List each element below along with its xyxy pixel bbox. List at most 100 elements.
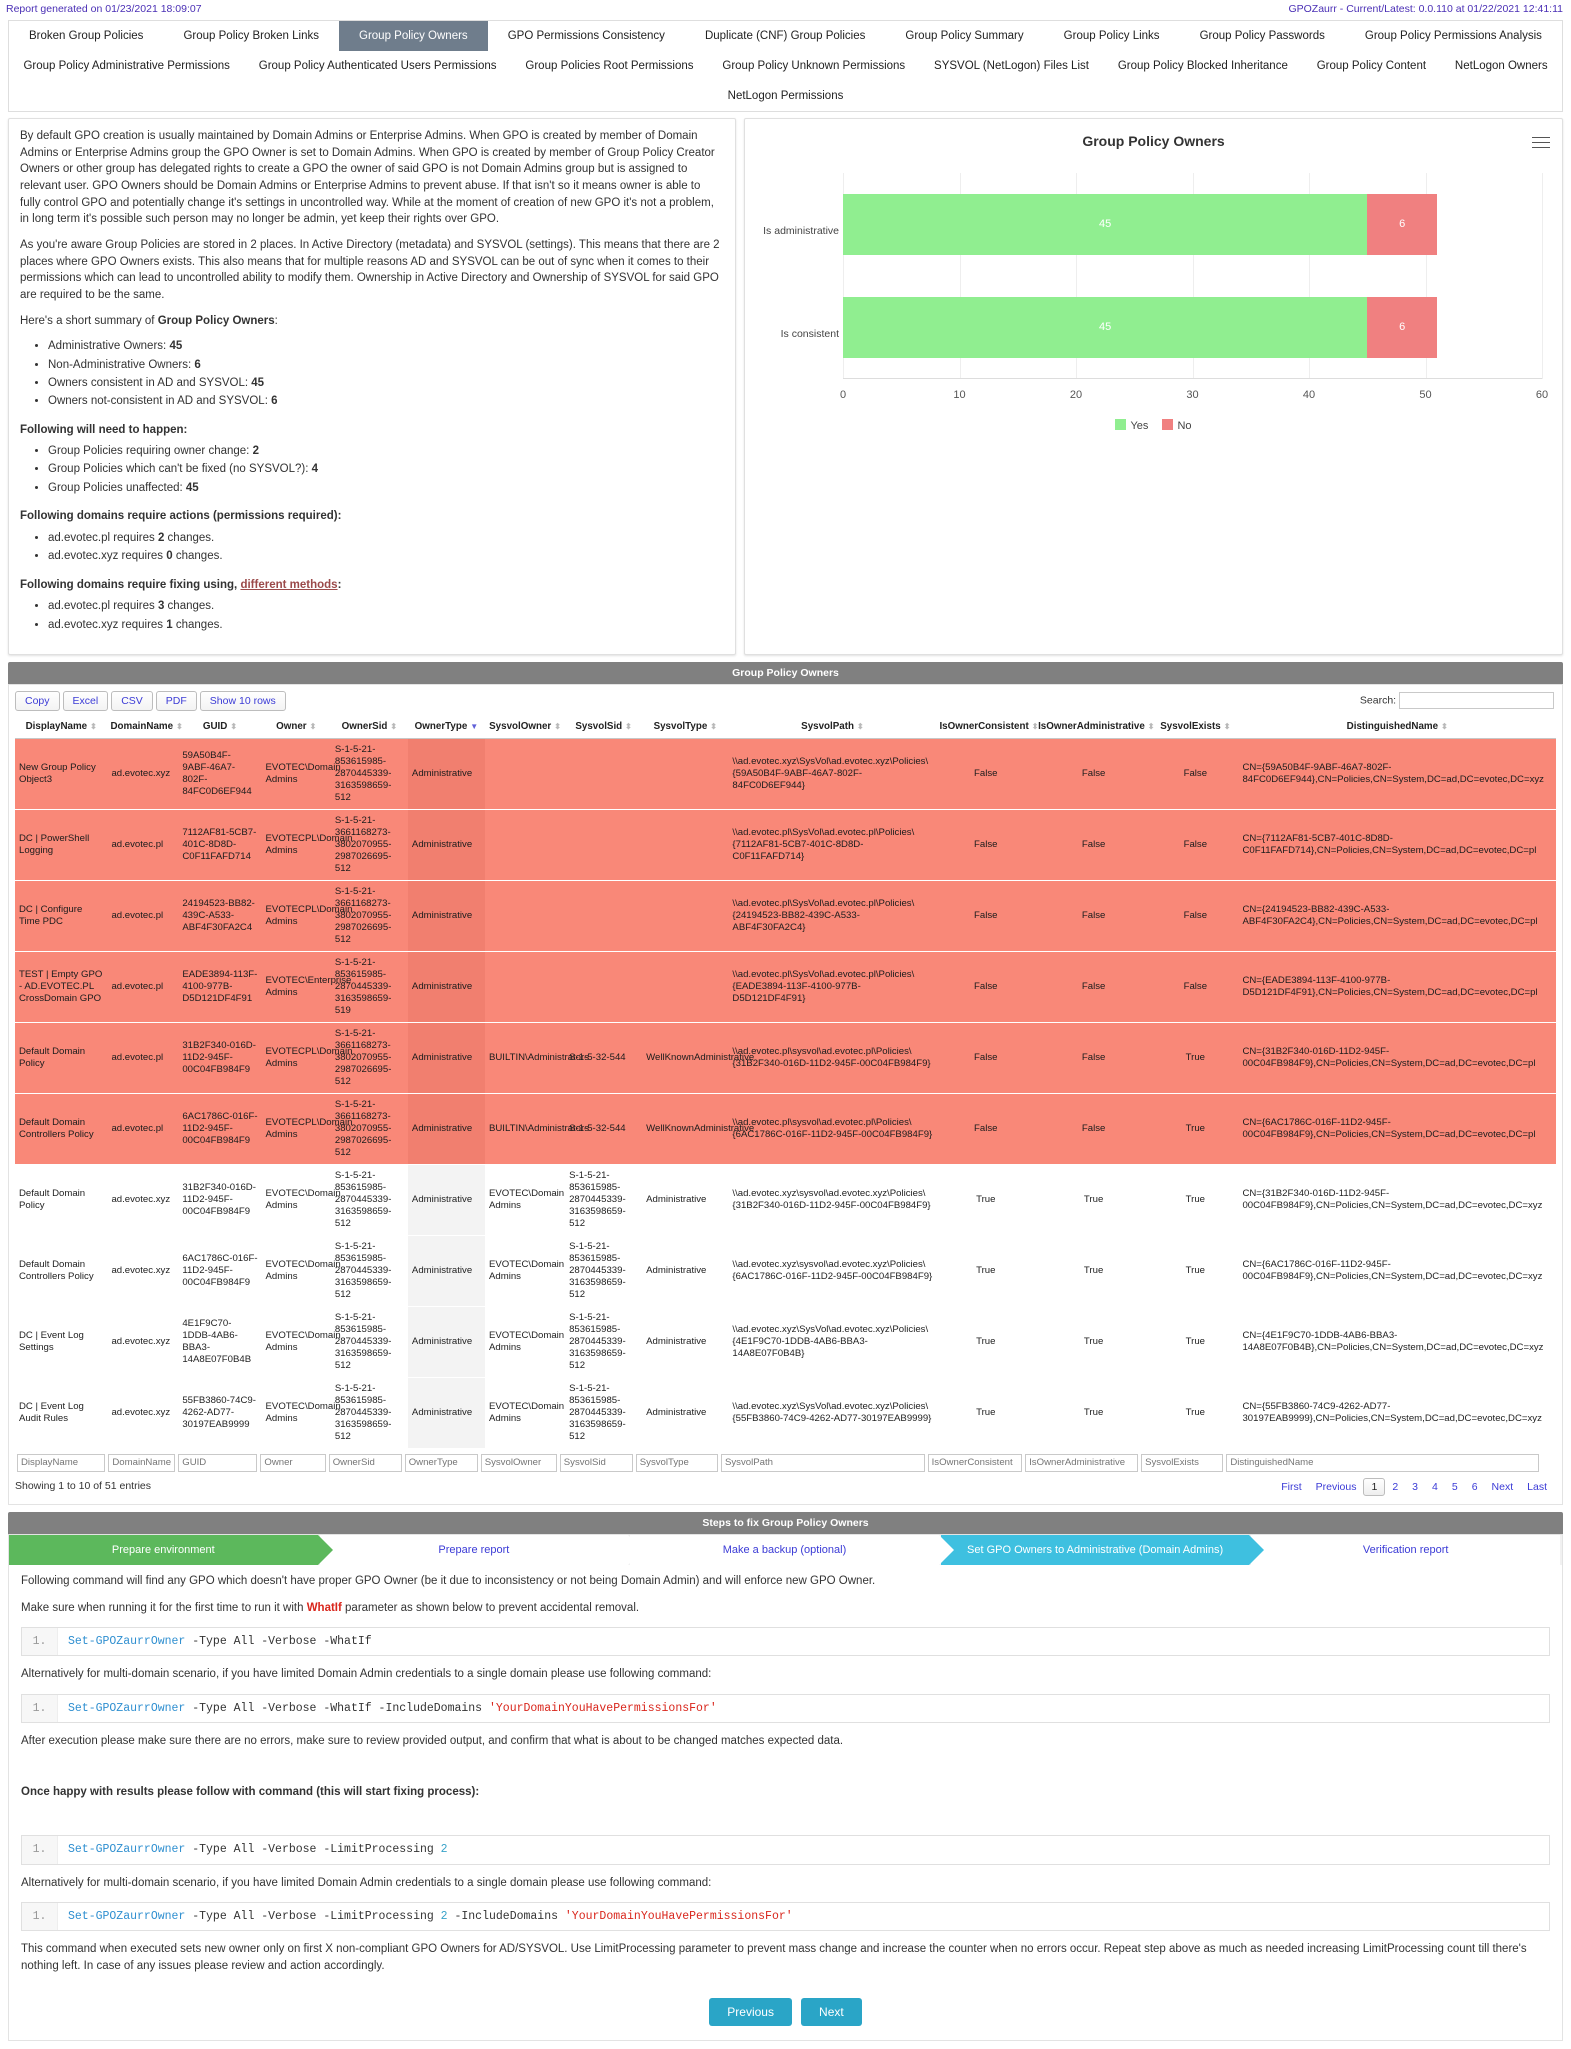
- filter-input-owner[interactable]: [260, 1453, 326, 1472]
- table-row[interactable]: DC | Configure Time PDC ad.evotec.pl 24194…: [15, 880, 1556, 953]
- tab-group-policy-administrative-permissions[interactable]: Group Policy Administrative Permissions: [9, 51, 244, 81]
- table-header-isowneradministrative[interactable]: IsOwnerAdministrative ⬍: [1035, 715, 1154, 740]
- chart-legend-item-yes[interactable]: Yes: [1115, 419, 1148, 432]
- sort-arrow-icon[interactable]: ⬍: [857, 722, 864, 731]
- sort-arrow-icon[interactable]: ⬍: [390, 722, 397, 731]
- table-header-owner[interactable]: Owner ⬍: [261, 715, 331, 740]
- filter-input-sysvolowner[interactable]: [480, 1453, 557, 1472]
- pager-3[interactable]: 3: [1405, 1479, 1425, 1495]
- table-header-sysvolexists[interactable]: SysvolExists ⬍: [1152, 715, 1239, 740]
- chart-legend-item-no[interactable]: No: [1162, 419, 1192, 432]
- next-button[interactable]: Next: [801, 1997, 862, 2026]
- code-block-1[interactable]: 1. Set-GPOZaurrOwner -Type All -Verbose …: [21, 1627, 1550, 1657]
- tab-netlogon-permissions[interactable]: NetLogon Permissions: [698, 81, 874, 111]
- filter-input-sysvolexists[interactable]: [1141, 1453, 1224, 1472]
- sort-arrow-icon[interactable]: ⬍: [90, 722, 97, 731]
- filter-input-guid[interactable]: [178, 1453, 258, 1472]
- table-row[interactable]: Default Domain Policy ad.evotec.xyz 31B2F3…: [15, 1164, 1556, 1236]
- sort-arrow-icon[interactable]: ⬍: [230, 722, 237, 731]
- tab-group-policy-summary[interactable]: Group Policy Summary: [885, 21, 1043, 51]
- wizard-step-make-a-backup-optional[interactable]: Make a backup (optional): [630, 1534, 954, 1565]
- tab-group-policy-links[interactable]: Group Policy Links: [1044, 21, 1180, 51]
- table-button-copy[interactable]: Copy: [15, 691, 60, 712]
- pager-first[interactable]: First: [1274, 1479, 1308, 1495]
- pager-next[interactable]: Next: [1485, 1479, 1521, 1495]
- table-row[interactable]: TEST | Empty GPO - AD.EVOTEC.PL CrossDom…: [15, 951, 1556, 1023]
- search-input[interactable]: [1399, 692, 1554, 710]
- table-header-sysvolpath[interactable]: SysvolPath ⬍: [728, 715, 937, 740]
- tab-group-policy-broken-links[interactable]: Group Policy Broken Links: [163, 21, 339, 51]
- table-button-excel[interactable]: Excel: [62, 691, 109, 712]
- filter-input-sysvolsid[interactable]: [559, 1453, 633, 1472]
- filter-input-isownerconsistent[interactable]: [927, 1453, 1023, 1472]
- table-header-ownersid[interactable]: OwnerSid ⬍: [330, 715, 408, 740]
- pager-2[interactable]: 2: [1385, 1479, 1405, 1495]
- filter-input-sysvolpath[interactable]: [720, 1453, 925, 1472]
- wizard-step-prepare-report[interactable]: Prepare report: [319, 1534, 643, 1565]
- code-block-3[interactable]: 1. Set-GPOZaurrOwner -Type All -Verbose …: [21, 1835, 1550, 1865]
- table-header-displayname[interactable]: DisplayName ⬍: [15, 715, 108, 740]
- filter-input-displayname[interactable]: [17, 1453, 106, 1472]
- chart-menu-icon[interactable]: [1532, 133, 1550, 152]
- tab-broken-group-policies[interactable]: Broken Group Policies: [9, 21, 163, 51]
- table-header-sysvoltype[interactable]: SysvolType ⬍: [642, 715, 729, 740]
- tab-sysvol-netlogon-files-list[interactable]: SYSVOL (NetLogon) Files List: [920, 51, 1104, 81]
- table-header-sysvolowner[interactable]: SysvolOwner ⬍: [484, 715, 566, 740]
- filter-input-isowneradministrative[interactable]: [1025, 1453, 1139, 1472]
- table-header-guid[interactable]: GUID ⬍: [178, 715, 262, 740]
- pager-5[interactable]: 5: [1445, 1479, 1465, 1495]
- sort-arrow-icon[interactable]: ⬍: [554, 722, 561, 731]
- table-button-pdf[interactable]: PDF: [155, 691, 197, 712]
- filter-input-ownersid[interactable]: [328, 1453, 402, 1472]
- tab-gpo-permissions-consistency[interactable]: GPO Permissions Consistency: [488, 21, 685, 51]
- wizard-step-set-gpo-owners-to-administrative-domain-admins[interactable]: Set GPO Owners to Administrative (Domain…: [940, 1534, 1264, 1565]
- table-row[interactable]: DC | Event Log Settings ad.evotec.xyz 4E1F…: [15, 1306, 1556, 1378]
- table-header-domainname[interactable]: DomainName ⬍: [107, 715, 183, 740]
- code-block-4[interactable]: 1. Set-GPOZaurrOwner -Type All -Verbose …: [21, 1901, 1550, 1932]
- pager-6[interactable]: 6: [1465, 1479, 1485, 1495]
- table-row[interactable]: Default Domain Controllers Policy ad.evot…: [15, 1093, 1556, 1165]
- table-button-show-10-rows[interactable]: Show 10 rows: [199, 691, 286, 712]
- tab-group-policy-passwords[interactable]: Group Policy Passwords: [1180, 21, 1345, 51]
- table-row[interactable]: New Group Policy Object3 ad.evotec.xyz 59A…: [15, 738, 1556, 811]
- table-header-sysvolsid[interactable]: SysvolSid ⬍: [565, 715, 643, 740]
- pager-1[interactable]: 1: [1363, 1477, 1386, 1496]
- sort-arrow-icon[interactable]: ▼: [470, 722, 478, 731]
- table-row[interactable]: Default Domain Policy ad.evotec.pl 31B2F34…: [15, 1022, 1556, 1094]
- sort-arrow-icon[interactable]: ⬍: [310, 722, 317, 731]
- chart-bar-segment-yes[interactable]: 45: [843, 296, 1368, 359]
- tab-group-policy-owners[interactable]: Group Policy Owners: [339, 21, 488, 51]
- sort-arrow-icon[interactable]: ⬍: [1441, 722, 1448, 731]
- code-block-2[interactable]: 1. Set-GPOZaurrOwner -Type All -Verbose …: [21, 1693, 1550, 1723]
- pager-previous[interactable]: Previous: [1309, 1479, 1364, 1495]
- chart-bar-row[interactable]: 45 6: [843, 296, 1542, 359]
- pager-4[interactable]: 4: [1425, 1479, 1445, 1495]
- table-button-csv[interactable]: CSV: [111, 691, 153, 712]
- tab-group-policy-permissions-analysis[interactable]: Group Policy Permissions Analysis: [1345, 21, 1562, 51]
- table-header-ownertype[interactable]: OwnerType ▼: [407, 715, 485, 740]
- wizard-step-prepare-environment[interactable]: Prepare environment: [9, 1534, 333, 1565]
- different-methods-link[interactable]: different methods: [240, 579, 337, 591]
- filter-input-distinguishedname[interactable]: [1226, 1453, 1540, 1472]
- chart-bar-segment-yes[interactable]: 45: [843, 193, 1368, 256]
- filter-input-domainname[interactable]: [108, 1453, 176, 1472]
- pager-last[interactable]: Last: [1520, 1479, 1554, 1495]
- filter-input-ownertype[interactable]: [404, 1453, 478, 1472]
- sort-arrow-icon[interactable]: ⬍: [1224, 722, 1231, 731]
- tab-group-policies-root-permissions[interactable]: Group Policies Root Permissions: [511, 51, 708, 81]
- previous-button[interactable]: Previous: [709, 1997, 792, 2026]
- table-row[interactable]: DC | PowerShell Logging ad.evotec.pl 7112A…: [15, 809, 1556, 882]
- table-row[interactable]: Default Domain Controllers Policy ad.evot…: [15, 1235, 1556, 1307]
- tab-netlogon-owners[interactable]: NetLogon Owners: [1440, 51, 1562, 81]
- chart-bar-row[interactable]: 45 6: [843, 193, 1542, 256]
- chart-bar-segment-no[interactable]: 6: [1367, 193, 1438, 256]
- tab-group-policy-authenticated-users-permissions[interactable]: Group Policy Authenticated Users Permiss…: [244, 51, 511, 81]
- wizard-step-verification-report[interactable]: Verification report: [1251, 1534, 1560, 1565]
- tab-group-policy-unknown-permissions[interactable]: Group Policy Unknown Permissions: [708, 51, 920, 81]
- filter-input-sysvoltype[interactable]: [635, 1453, 718, 1472]
- table-header-distinguishedname[interactable]: DistinguishedName ⬍: [1238, 715, 1556, 740]
- tab-group-policy-blocked-inheritance[interactable]: Group Policy Blocked Inheritance: [1103, 51, 1302, 81]
- tab-duplicate-cnf-group-policies[interactable]: Duplicate (CNF) Group Policies: [685, 21, 885, 51]
- sort-arrow-icon[interactable]: ⬍: [625, 722, 632, 731]
- table-row[interactable]: DC | Event Log Audit Rules ad.evotec.xyz 5…: [15, 1377, 1556, 1449]
